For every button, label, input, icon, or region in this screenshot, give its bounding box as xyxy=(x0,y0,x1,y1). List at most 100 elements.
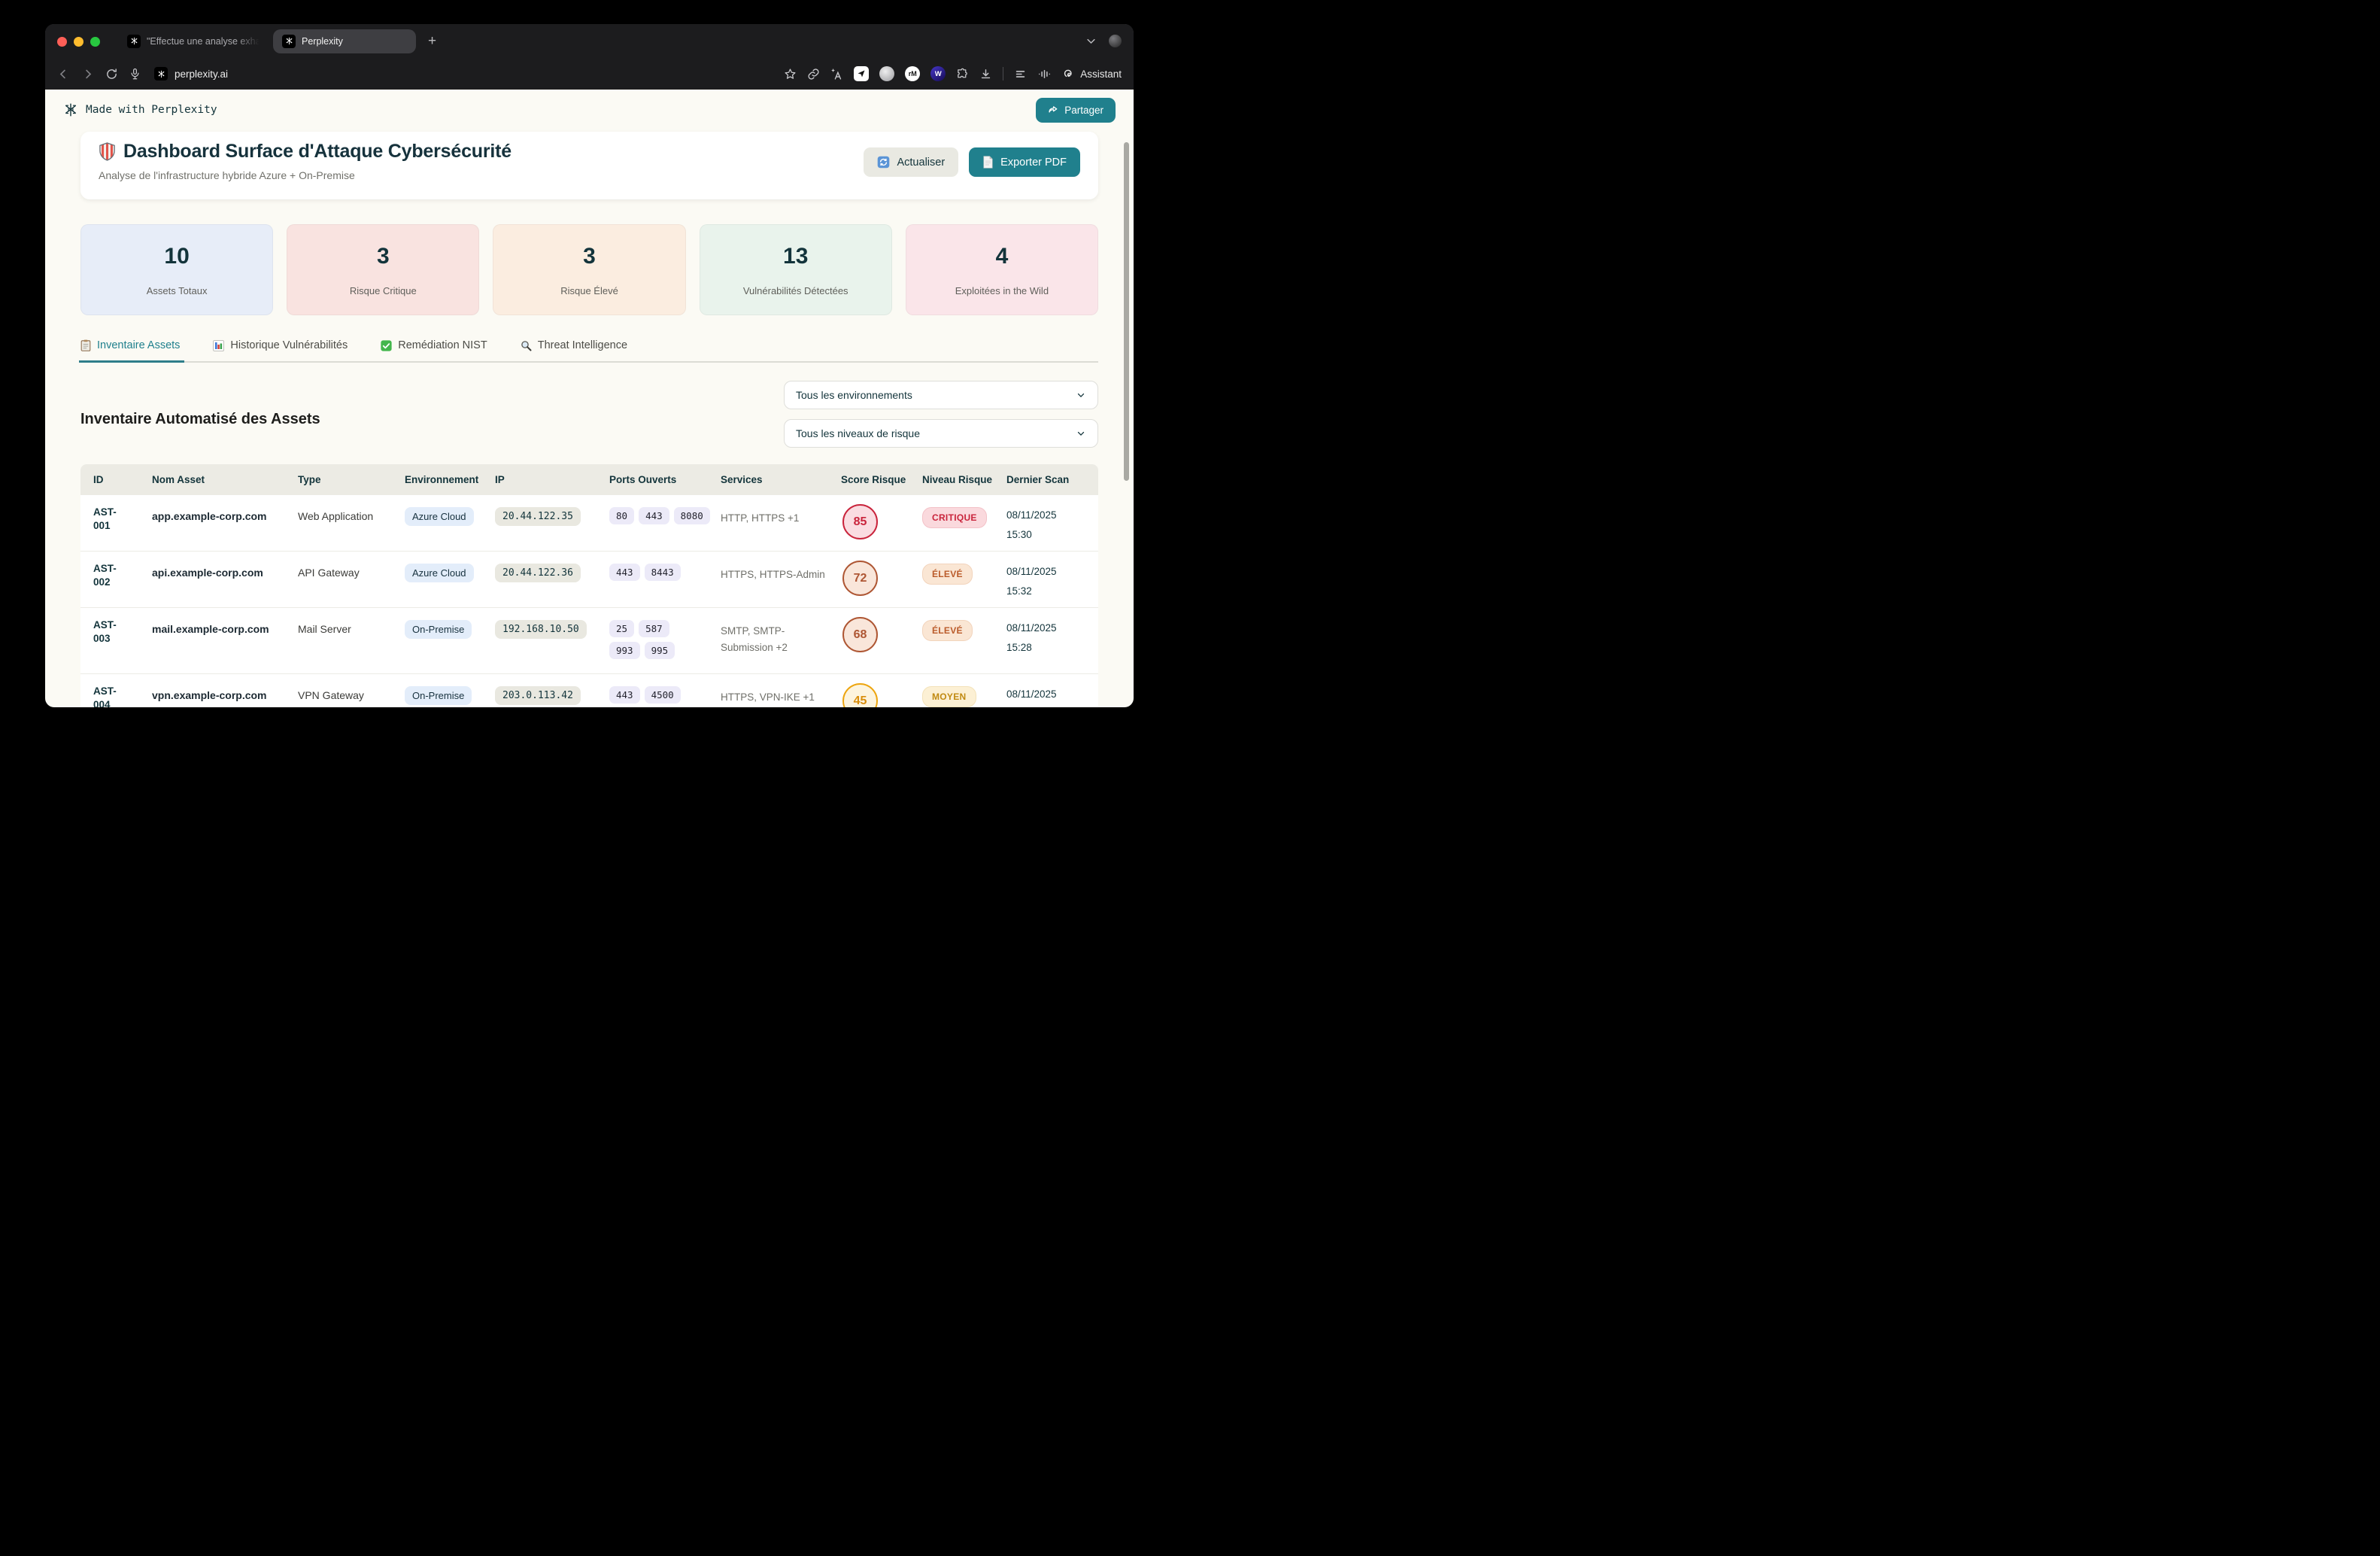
close-window-button[interactable] xyxy=(57,37,67,47)
translate-icon[interactable] xyxy=(830,68,843,81)
col-name: Nom Asset xyxy=(152,474,298,485)
profile-avatar[interactable] xyxy=(1109,35,1122,47)
stat-card-assets: 10 Assets Totaux xyxy=(80,224,273,315)
tab-threat-intelligence[interactable]: Threat Intelligence xyxy=(521,339,627,361)
window-controls xyxy=(57,37,100,47)
col-scan: Dernier Scan xyxy=(1006,474,1088,485)
port-badge: 25 xyxy=(609,620,634,637)
extension-w-icon[interactable]: W xyxy=(930,66,946,81)
tab-label: Remédiation NIST xyxy=(398,339,487,351)
magnifier-icon xyxy=(521,340,532,351)
asset-type: VPN Gateway xyxy=(298,685,405,701)
share-label: Partager xyxy=(1064,105,1103,116)
perplexity-brand: Made with Perplexity xyxy=(63,102,217,117)
extension-blob-icon[interactable] xyxy=(879,66,894,81)
port-badge: 8080 xyxy=(674,507,710,524)
stat-value: 13 xyxy=(783,244,808,269)
asset-name: app.example-corp.com xyxy=(152,506,298,522)
table-row[interactable]: AST-004 vpn.example-corp.com VPN Gateway… xyxy=(80,673,1098,707)
table-row[interactable]: AST-003 mail.example-corp.com Mail Serve… xyxy=(80,607,1098,673)
risk-level-filter-select[interactable]: Tous les niveaux de risque xyxy=(784,419,1098,448)
tab-label: Inventaire Assets xyxy=(97,339,180,351)
col-services: Services xyxy=(721,474,841,485)
port-badge: 443 xyxy=(639,507,669,524)
assets-table: ID Nom Asset Type Environnement IP Ports… xyxy=(80,464,1098,707)
minimize-window-button[interactable] xyxy=(74,37,83,47)
port-badge: 80 xyxy=(609,507,634,524)
asset-type: Mail Server xyxy=(298,618,405,635)
assistant-label: Assistant xyxy=(1080,68,1122,80)
tab-inventaire-assets[interactable]: Inventaire Assets xyxy=(80,339,180,361)
refresh-button[interactable]: Actualiser xyxy=(864,147,958,177)
asset-type: Web Application xyxy=(298,506,405,522)
port-badge: 587 xyxy=(639,620,669,637)
reload-button[interactable] xyxy=(105,68,118,81)
back-button[interactable] xyxy=(57,68,70,81)
stat-label: Exploitées in the Wild xyxy=(955,285,1049,296)
voice-waveform-icon[interactable] xyxy=(1037,68,1052,81)
extension-paper-plane-icon[interactable] xyxy=(854,66,869,81)
table-row[interactable]: AST-001 app.example-corp.com Web Applica… xyxy=(80,494,1098,551)
ip-address: 192.168.10.50 xyxy=(495,620,587,639)
tab-overview-chevron-icon[interactable] xyxy=(1085,35,1097,47)
services: SMTP, SMTP-Submission +2 xyxy=(721,618,841,655)
section-title: Inventaire Automatisé des Assets xyxy=(80,411,320,428)
refresh-label: Actualiser xyxy=(897,157,945,169)
bookmark-star-icon[interactable] xyxy=(784,68,797,81)
stat-value: 10 xyxy=(164,244,189,269)
document-icon xyxy=(982,156,994,169)
browser-tab-1[interactable]: "Effectue une analyse exhau xyxy=(118,29,269,53)
share-button[interactable]: Partager xyxy=(1036,98,1116,123)
tab-title: Perplexity xyxy=(302,36,343,47)
browser-tab-2-active[interactable]: Perplexity xyxy=(273,29,416,53)
tab-label: Historique Vulnérabilités xyxy=(230,339,348,351)
url-text: perplexity.ai xyxy=(175,68,228,80)
table-row[interactable]: AST-002 api.example-corp.com API Gateway… xyxy=(80,551,1098,607)
assistant-button[interactable]: Assistant xyxy=(1062,68,1122,81)
ip-address: 203.0.113.42 xyxy=(495,686,581,705)
tab-remediation-nist[interactable]: Remédiation NIST xyxy=(381,339,487,361)
perplexity-site-icon xyxy=(154,67,168,81)
tab-historique-vulnerabilites[interactable]: Historique Vulnérabilités xyxy=(213,339,348,361)
new-tab-button[interactable]: + xyxy=(428,33,436,50)
stat-cards: 10 Assets Totaux 3 Risque Critique 3 Ris… xyxy=(80,224,1098,315)
stat-value: 3 xyxy=(583,244,596,269)
select-value: Tous les environnements xyxy=(796,389,912,401)
reading-list-icon[interactable] xyxy=(1014,68,1027,81)
col-ip: IP xyxy=(495,474,609,485)
risk-level-badge: ÉLEVÉ xyxy=(922,564,973,585)
last-scan: 08/11/202515:32 xyxy=(1006,562,1088,600)
share-arrow-icon xyxy=(1048,105,1058,115)
ip-address: 20.44.122.35 xyxy=(495,507,581,526)
web-page: Made with Perplexity Partager xyxy=(45,90,1134,707)
tab-label: Threat Intelligence xyxy=(538,339,627,351)
table-header: ID Nom Asset Type Environnement IP Ports… xyxy=(80,464,1098,494)
address-bar[interactable]: perplexity.ai xyxy=(154,67,228,81)
forward-button[interactable] xyxy=(81,68,94,81)
col-ports: Ports Ouverts xyxy=(609,474,721,485)
tab-title: "Effectue une analyse exhau xyxy=(147,36,260,47)
port-badge: 8443 xyxy=(645,564,681,581)
stat-card-exploited: 4 Exploitées in the Wild xyxy=(906,224,1098,315)
asset-name: mail.example-corp.com xyxy=(152,618,298,635)
copy-link-icon[interactable] xyxy=(807,68,820,81)
extensions-puzzle-icon[interactable] xyxy=(956,68,969,81)
zoom-window-button[interactable] xyxy=(90,37,100,47)
asset-type: API Gateway xyxy=(298,562,405,579)
downloads-icon[interactable] xyxy=(979,68,992,81)
browser-toolbar: perplexity.ai rM W xyxy=(45,58,1134,90)
port-badge: 443 xyxy=(609,564,640,581)
microphone-icon[interactable] xyxy=(129,68,141,81)
perplexity-favicon-icon xyxy=(282,35,296,48)
page-scrollbar[interactable] xyxy=(1124,142,1129,481)
environment-badge: Azure Cloud xyxy=(405,564,474,582)
export-pdf-button[interactable]: Exporter PDF xyxy=(969,147,1080,177)
environment-filter-select[interactable]: Tous les environnements xyxy=(784,381,1098,409)
risk-score-badge: 72 xyxy=(842,561,878,596)
col-env: Environnement xyxy=(405,474,495,485)
extension-rm-icon[interactable]: rM xyxy=(905,66,920,81)
col-score: Score Risque xyxy=(841,474,922,485)
risk-score-badge: 68 xyxy=(842,617,878,652)
last-scan: 08/11/202515:30 xyxy=(1006,506,1088,544)
asset-id: AST-004 xyxy=(93,685,152,707)
